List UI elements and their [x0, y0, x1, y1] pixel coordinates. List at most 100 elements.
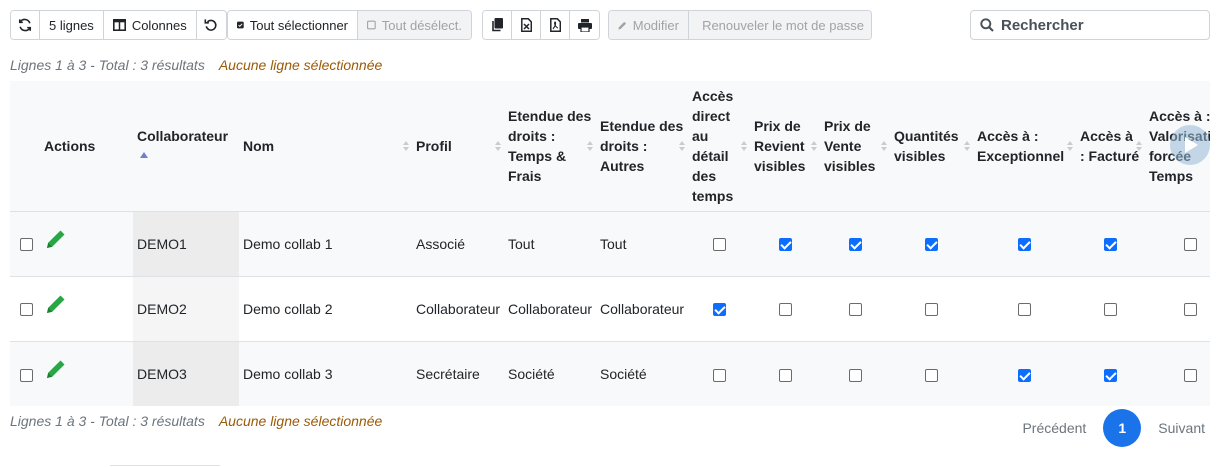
quantites-checkbox[interactable]	[925, 303, 938, 317]
table-row[interactable]: DEMO3 Demo collab 3 Secrétaire Société S…	[10, 341, 1210, 406]
header-quantites[interactable]: Quantités visibles	[890, 81, 973, 211]
previous-page-link[interactable]: Précédent	[1022, 420, 1086, 436]
autres-cell: Tout	[600, 235, 627, 252]
quantites-checkbox[interactable]	[925, 238, 938, 252]
check-cell	[1145, 341, 1210, 406]
display-button-group: 5 lignes Colonnes	[10, 10, 227, 40]
actions-cell	[40, 211, 133, 276]
row-select-cell	[10, 341, 40, 406]
deselect-all-label: Tout désélect.	[381, 17, 462, 33]
autres-cell: Collaborateur	[600, 300, 685, 317]
prix-vente-checkbox[interactable]	[848, 238, 862, 252]
sort-asc-icon	[140, 151, 148, 158]
acces-detail-checkbox[interactable]	[712, 238, 726, 252]
check-cell	[1076, 341, 1145, 406]
edit-icon[interactable]	[45, 228, 67, 250]
header-nom[interactable]: Nom	[239, 81, 412, 211]
search-input[interactable]	[1001, 16, 1201, 34]
sort-icon	[1136, 140, 1142, 151]
modify-button[interactable]: Modifier	[609, 11, 689, 39]
header-collaborateur[interactable]: Collaborateur	[133, 81, 239, 211]
check-cell	[750, 276, 820, 341]
prix-vente-checkbox[interactable]	[848, 368, 862, 382]
check-cell	[973, 276, 1076, 341]
prix-vente-checkbox[interactable]	[848, 303, 862, 317]
sort-icon	[495, 140, 501, 151]
profil-cell: Secrétaire	[416, 365, 480, 382]
prix-revient-checkbox[interactable]	[778, 238, 792, 252]
check-cell	[750, 211, 820, 276]
current-page-button[interactable]: 1	[1103, 409, 1142, 447]
valorisation-checkbox[interactable]	[1183, 368, 1197, 382]
next-page-link[interactable]: Suivant	[1158, 420, 1210, 436]
header-profil[interactable]: Profil	[412, 81, 504, 211]
header-actions: Actions	[44, 137, 96, 154]
reset-button[interactable]	[196, 11, 226, 39]
profil-cell: Collaborateur	[416, 300, 501, 317]
facture-checkbox[interactable]	[1104, 303, 1117, 317]
header-etendue-temps-frais[interactable]: Etendue des droits : Temps & Frais	[504, 81, 596, 211]
exceptionnel-checkbox[interactable]	[1018, 238, 1031, 252]
acces-detail-checkbox[interactable]	[712, 368, 726, 382]
sort-icon	[403, 140, 409, 151]
acces-detail-checkbox[interactable]	[712, 303, 726, 317]
row-checkbox[interactable]	[20, 303, 33, 317]
collaborateur-cell: DEMO3	[133, 341, 239, 406]
excel-export-button[interactable]	[512, 11, 541, 39]
header-prix-revient[interactable]: Prix de Revient visibles	[750, 81, 820, 211]
check-cell	[973, 341, 1076, 406]
edit-icon[interactable]	[45, 358, 67, 380]
prix-revient-checkbox[interactable]	[778, 303, 792, 317]
temps-frais-cell: Tout	[508, 235, 535, 252]
exceptionnel-checkbox[interactable]	[1018, 303, 1031, 317]
header-acces-facture[interactable]: Accès à : Facturé	[1076, 81, 1145, 211]
check-cell	[688, 211, 750, 276]
export-button-group	[482, 10, 600, 40]
header-acces-detail-temps[interactable]: Accès direct au détail des temps	[688, 81, 750, 211]
copy-icon	[492, 18, 503, 32]
columns-button[interactable]: Colonnes	[103, 11, 197, 39]
table-row[interactable]: DEMO2 Demo collab 2 Collaborateur Collab…	[10, 276, 1210, 341]
check-cell	[1076, 276, 1145, 341]
nom-cell: Demo collab 1	[243, 235, 333, 252]
check-cell	[890, 211, 973, 276]
selection-button-group: Tout sélectionner Tout désélect.	[227, 10, 472, 40]
check-cell	[750, 341, 820, 406]
quantites-checkbox[interactable]	[925, 368, 938, 382]
check-cell	[890, 276, 973, 341]
facture-checkbox[interactable]	[1104, 238, 1117, 252]
header-acces-exceptionnel[interactable]: Accès à : Exceptionnel	[973, 81, 1076, 211]
print-button[interactable]	[570, 11, 599, 39]
renew-password-button[interactable]: Renouveler le mot de passe	[689, 11, 871, 39]
table-row[interactable]: DEMO1 Demo collab 1 Associé Tout Tout	[10, 211, 1210, 276]
table-header-row: Actions Collaborateur Nom Profil Etendue…	[10, 81, 1210, 211]
check-cell	[688, 341, 750, 406]
check-cell	[1145, 211, 1210, 276]
temps-frais-cell: Société	[508, 365, 555, 382]
row-select-cell	[10, 211, 40, 276]
header-prix-vente[interactable]: Prix de Vente visibles	[820, 81, 890, 211]
check-cell	[1076, 211, 1145, 276]
select-all-button[interactable]: Tout sélectionner	[228, 11, 358, 39]
header-etendue-autres[interactable]: Etendue des droits : Autres	[596, 81, 688, 211]
valorisation-checkbox[interactable]	[1183, 303, 1197, 317]
check-cell	[1145, 276, 1210, 341]
valorisation-checkbox[interactable]	[1183, 238, 1197, 252]
toolbar: 5 lignes Colonnes Tout sélectionner Tout…	[10, 10, 1210, 40]
edit-icon[interactable]	[45, 293, 67, 315]
sort-icon	[811, 140, 817, 151]
scroll-right-button[interactable]	[1170, 125, 1210, 165]
rows-per-page-button[interactable]: 5 lignes	[40, 11, 104, 39]
row-select-cell	[10, 276, 40, 341]
select-all-label: Tout sélectionner	[249, 17, 348, 33]
copy-button[interactable]	[483, 11, 512, 39]
row-checkbox[interactable]	[20, 238, 33, 252]
pdf-export-button[interactable]	[541, 11, 570, 39]
prix-revient-checkbox[interactable]	[778, 368, 792, 382]
facture-checkbox[interactable]	[1104, 368, 1117, 382]
row-checkbox[interactable]	[20, 368, 33, 382]
refresh-button[interactable]	[11, 11, 40, 39]
collaborateur-cell: DEMO1	[133, 211, 239, 276]
deselect-all-button[interactable]: Tout désélect.	[358, 11, 471, 39]
exceptionnel-checkbox[interactable]	[1018, 368, 1031, 382]
